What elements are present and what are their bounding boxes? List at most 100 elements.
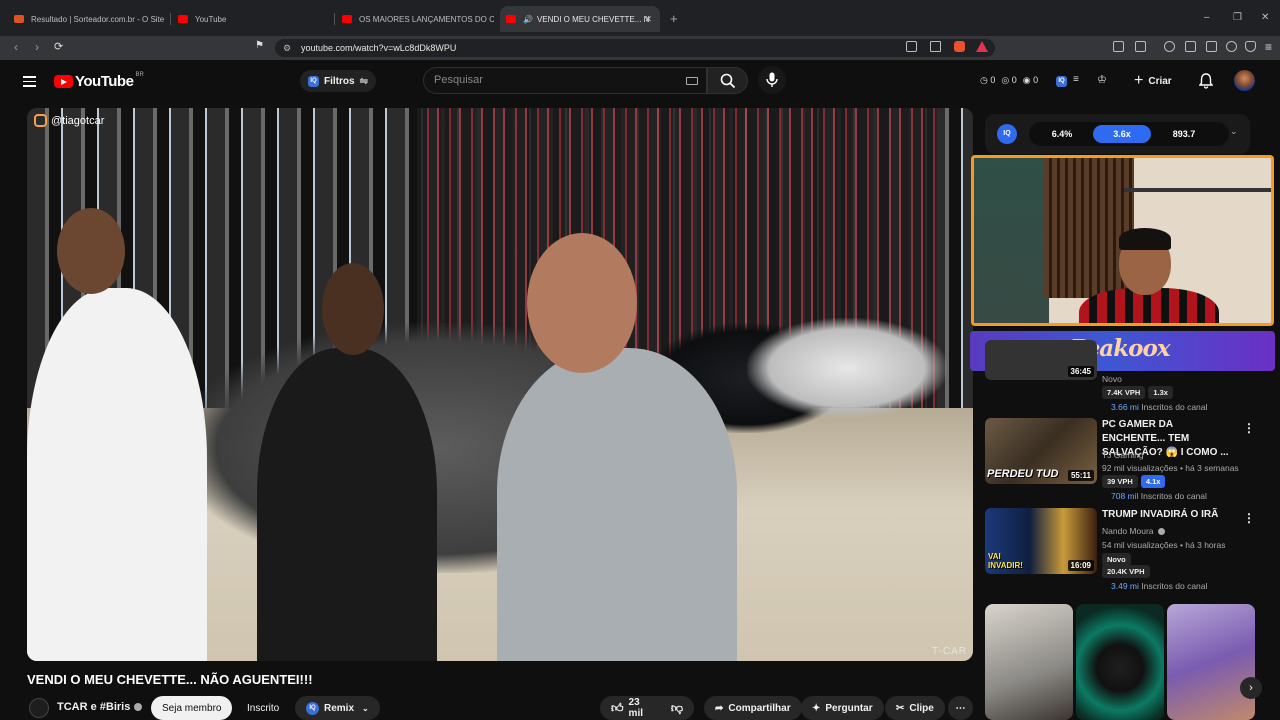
- youtube-favicon-icon: [342, 15, 352, 23]
- voice-search-button[interactable]: [758, 66, 786, 94]
- recommendation-item[interactable]: PERDEU TUD 55:11 PC GAMER DA ENCHENTE...…: [985, 418, 1265, 504]
- screenshot-icon[interactable]: [1135, 41, 1146, 52]
- bookmark-icon[interactable]: ⚑: [255, 40, 264, 51]
- share-label: Compartilhar: [728, 702, 791, 714]
- reload-icon[interactable]: ⟳: [54, 40, 63, 53]
- keyboard-icon[interactable]: [686, 77, 698, 85]
- subs-value: 708 mil: [1111, 491, 1139, 501]
- shorts-shelf: [985, 604, 1255, 720]
- tab-separator: [334, 13, 335, 25]
- hamburger-menu-icon[interactable]: [23, 76, 36, 90]
- remix-button[interactable]: IQ Remix ⌄: [295, 696, 380, 720]
- duration-badge: 55:11: [1067, 470, 1094, 481]
- list-icon[interactable]: ≡: [1073, 74, 1079, 85]
- create-button[interactable]: + Criar: [1134, 70, 1172, 92]
- extensions-icon[interactable]: [1113, 41, 1124, 52]
- video-title: VENDI O MEU CHEVETTE... NÃO AGUENTEI!!!: [27, 672, 313, 687]
- iq-stats-bar: 6.4% 3.6x 893.7: [1029, 122, 1229, 146]
- video-player[interactable]: @tiagotcar T-CAR: [27, 108, 973, 661]
- tab-chevette[interactable]: 🔊 VENDI O MEU CHEVETTE... N ✕: [500, 6, 660, 32]
- channel-name-text: TCAR e #Biris: [57, 701, 131, 713]
- vph-badge: 39 VPH: [1102, 475, 1138, 488]
- trophy-icon[interactable]: ♔: [1097, 73, 1107, 86]
- channel-name-text: Nando Moura: [1102, 526, 1154, 536]
- recommendation-thumbnail[interactable]: VAI INVADIR! 16:09: [985, 508, 1097, 574]
- thumbs-down-icon[interactable]: 👎︎: [671, 701, 683, 716]
- close-tab-icon[interactable]: ✕: [644, 14, 652, 25]
- shorts-next-arrow-icon[interactable]: ›: [1240, 677, 1262, 699]
- ask-button[interactable]: ✦ Perguntar: [801, 696, 884, 720]
- webcam-shelf: [1124, 188, 1271, 192]
- share-page-icon[interactable]: [930, 41, 941, 52]
- url-field[interactable]: ⚙ youtube.com/watch?v=wLc8dDk8WPU: [275, 39, 995, 57]
- iq-extension-icon[interactable]: IQ: [1056, 76, 1067, 87]
- music-icon[interactable]: [1164, 41, 1175, 52]
- leo-ai-icon[interactable]: [1226, 41, 1237, 52]
- channel-avatar[interactable]: [29, 698, 49, 718]
- recommendation-item[interactable]: 36:45 Novo 7.4K VPH 1.3x 3.66 mi Inscrito…: [985, 340, 1265, 418]
- webcam-overlay: [971, 155, 1274, 326]
- recommendation-badges: 39 VPH 4.1x: [1102, 475, 1168, 488]
- logo-word: YouTube: [75, 73, 134, 90]
- channel-subscribers: 3.66 mi Inscritos do canal: [1111, 402, 1207, 412]
- more-options-icon[interactable]: ⋮: [1243, 421, 1255, 435]
- share-button[interactable]: ➦ Compartilhar: [704, 696, 802, 720]
- sorteador-favicon-icon: [14, 15, 24, 23]
- channel-name[interactable]: TCAR e #Biris: [57, 701, 143, 713]
- site-settings-icon[interactable]: ⚙: [283, 39, 291, 57]
- video-person-head: [322, 263, 384, 355]
- recommendation-channel[interactable]: TJ Gaming: [1102, 450, 1144, 460]
- subs-label: Inscritos do canal: [1141, 402, 1208, 412]
- search-button[interactable]: [707, 67, 748, 94]
- forward-icon[interactable]: ›: [35, 40, 39, 54]
- recommendation-new-tag: Novo: [1102, 374, 1122, 384]
- tab-youtube[interactable]: YouTube: [172, 8, 332, 30]
- search-input[interactable]: Pesquisar: [423, 67, 707, 94]
- like-count: 23 mil: [628, 697, 643, 719]
- account-avatar[interactable]: [1234, 70, 1255, 91]
- plus-icon: +: [1134, 72, 1144, 89]
- filters-button[interactable]: IQ Filtros ⇋: [300, 70, 376, 92]
- recommendation-item[interactable]: VAI INVADIR! 16:09 TRUMP INVADIRÁ O IRÃ …: [985, 508, 1265, 594]
- country-code: BR: [135, 71, 144, 78]
- recommendation-title[interactable]: TRUMP INVADIRÁ O IRÃ: [1102, 508, 1237, 522]
- close-window-icon[interactable]: ✕: [1261, 12, 1269, 23]
- thumbs-up-icon[interactable]: 👍︎: [611, 701, 624, 716]
- like-dislike-button[interactable]: 👍︎ 23 mil 👎︎: [600, 696, 694, 720]
- recommendation-thumbnail[interactable]: 36:45: [985, 340, 1097, 380]
- menu-icon[interactable]: ≡: [1265, 40, 1272, 54]
- multiplier-badge: 4.1x: [1140, 475, 1166, 488]
- minimize-icon[interactable]: –: [1204, 12, 1210, 23]
- ask-label: Perguntar: [825, 702, 873, 714]
- back-icon[interactable]: ‹: [14, 40, 18, 54]
- notifications-bell-icon[interactable]: [1199, 73, 1213, 89]
- brave-shield-icon[interactable]: [954, 41, 965, 52]
- short-thumbnail[interactable]: [985, 604, 1073, 720]
- wallet-icon[interactable]: [1206, 41, 1217, 52]
- recommendation-thumbnail[interactable]: PERDEU TUD 55:11: [985, 418, 1097, 484]
- view-stat: ◉ 0: [1022, 75, 1039, 85]
- more-options-icon[interactable]: ⋮: [1243, 511, 1255, 525]
- more-actions-button[interactable]: ⋯: [948, 696, 973, 720]
- chevron-down-icon[interactable]: ⌄: [1230, 126, 1238, 137]
- address-toolbar: ‹ › ⟳ ⚑ ⚙ youtube.com/watch?v=wLc8dDk8WP…: [0, 36, 1280, 60]
- clip-button[interactable]: ✂ Clipe: [885, 696, 945, 720]
- short-thumbnail[interactable]: [1167, 604, 1255, 720]
- vpn-icon[interactable]: [1245, 41, 1256, 52]
- maximize-icon[interactable]: ❐: [1233, 12, 1242, 23]
- short-thumbnail[interactable]: [1076, 604, 1164, 720]
- tab-lancamentos[interactable]: OS MAIORES LANÇAMENTOS DO CI: [336, 8, 494, 30]
- subscribed-button[interactable]: Inscrito: [236, 696, 291, 720]
- recommendation-channel[interactable]: Nando Moura: [1102, 526, 1165, 536]
- join-button[interactable]: Seja membro: [151, 696, 233, 720]
- youtube-logo[interactable]: YouTube BR: [54, 71, 144, 90]
- sliders-icon: ⇋: [359, 75, 368, 87]
- youtube-header: YouTube BR IQ Filtros ⇋ Pesquisar ◷ 0 ◎ …: [0, 60, 1280, 102]
- tab-sorteador[interactable]: Resultado | Sorteador.com.br - O Site: [8, 8, 168, 30]
- new-tab-button[interactable]: +: [670, 11, 678, 26]
- cast-icon[interactable]: [906, 41, 917, 52]
- clip-label: Clipe: [909, 702, 934, 714]
- brave-rewards-icon[interactable]: [976, 41, 988, 52]
- sidebar-icon[interactable]: [1185, 41, 1196, 52]
- channel-subscribers: 708 mil Inscritos do canal: [1111, 491, 1207, 501]
